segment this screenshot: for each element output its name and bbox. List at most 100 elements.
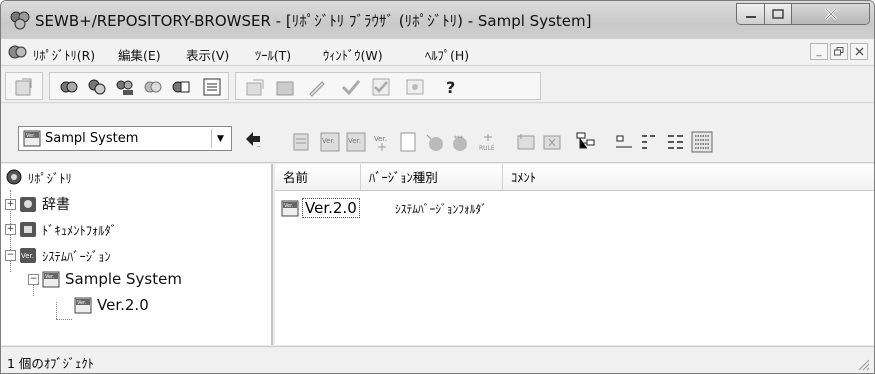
main-toolbar: ?	[1, 67, 874, 103]
svg-text:Ver.: Ver.	[348, 137, 361, 145]
repository-menu-icon[interactable]	[7, 43, 29, 61]
repository-tool-3-icon[interactable]	[114, 76, 136, 98]
app-icon	[10, 11, 30, 30]
toolbar-group-1	[5, 72, 43, 100]
maximize-button[interactable]	[765, 4, 792, 24]
toolbar2-icon-4[interactable]: Ver.	[371, 131, 393, 153]
toolbar-group-3: ?	[235, 72, 541, 100]
menu-bar: ﾘﾎﾟｼﾞﾄﾘ(R) 編集(E) 表示(V) ﾂｰﾙ(T) ｳｨﾝﾄﾞｳ(W) …	[1, 39, 874, 66]
tree-node-system-version[interactable]: − Ver. ｼｽﾃﾑﾊﾞｰｼﾞｮﾝ	[5, 246, 111, 265]
new-document-icon[interactable]	[244, 76, 266, 98]
svg-text:Ver.: Ver.	[284, 203, 294, 209]
tree-node-sample-system[interactable]: − Ver. Sample System	[28, 270, 182, 288]
maximize-icon	[772, 9, 784, 19]
repository-tool-5-icon[interactable]	[170, 76, 192, 98]
list-header: 名前 ﾊﾞｰｼﾞｮﾝ種別 ｺﾒﾝﾄ	[275, 164, 874, 191]
tree-connector	[56, 302, 57, 319]
collapse-icon[interactable]: −	[5, 250, 16, 261]
version-icon: Ver.	[42, 271, 60, 287]
system-select[interactable]: Ver. Sampl System ▼	[18, 126, 232, 151]
large-icons-view-icon[interactable]	[613, 131, 635, 153]
repository-tool-1-icon[interactable]	[58, 76, 80, 98]
menu-repository[interactable]: ﾘﾎﾟｼﾞﾄﾘ(R)	[33, 45, 95, 64]
svg-text:Ver.: Ver.	[21, 252, 34, 260]
expand-icon[interactable]: +	[5, 224, 16, 235]
up-level-icon[interactable]: ..	[242, 127, 264, 149]
tree-node-version[interactable]: Ver. Ver.2.0	[74, 296, 149, 314]
menu-tools[interactable]: ﾂｰﾙ(T)	[255, 45, 291, 64]
list-view-icon[interactable]	[665, 131, 687, 153]
chevron-down-icon[interactable]: ▼	[211, 129, 229, 148]
list-item-name[interactable]: Ver.2.0	[302, 198, 360, 218]
tree-pane: ﾘﾎﾟｼﾞﾄﾘ + 辞書 + ﾄﾞｷｭﾒﾝﾄﾌｫﾙﾀﾞ − Ver. ｼｽﾃﾑﾊ…	[1, 164, 273, 345]
toolbar-group-2	[49, 72, 229, 100]
minimize-button[interactable]	[737, 4, 765, 24]
svg-text:..: ..	[257, 142, 261, 149]
edit-icon[interactable]	[306, 76, 328, 98]
mdi-close-button[interactable]	[850, 43, 868, 60]
tree-connector	[56, 319, 72, 320]
menu-help[interactable]: ﾍﾙﾌﾟ(H)	[425, 45, 469, 64]
status-text: 1 個のｵﾌﾞｼﾞｪｸﾄ	[7, 356, 94, 371]
repository-tool-2-icon[interactable]	[86, 76, 108, 98]
toolbar2-icon-7[interactable]: ***	[449, 131, 471, 153]
properties-list-icon[interactable]	[201, 76, 223, 98]
column-header-comment[interactable]: ｺﾒﾝﾄ	[503, 164, 874, 191]
mdi-buttons: _	[810, 43, 868, 60]
title-bar[interactable]: SEWB+/REPOSITORY-BROWSER - [ﾘﾎﾟｼﾞﾄﾘ ﾌﾞﾗｳ…	[1, 1, 874, 39]
tree-node-repository[interactable]: ﾘﾎﾟｼﾞﾄﾘ	[5, 168, 72, 187]
tree-view-icon[interactable]	[575, 131, 597, 153]
svg-text:Ver.: Ver.	[374, 135, 387, 143]
toolbar2-icon-6[interactable]	[423, 131, 445, 153]
menu-window[interactable]: ｳｨﾝﾄﾞｳ(W)	[323, 45, 383, 64]
rule-icon[interactable]: RULE	[477, 131, 499, 153]
toolbar2-icon-1[interactable]	[291, 131, 313, 153]
status-bar: 1 個のｵﾌﾞｼﾞｪｸﾄ	[1, 346, 874, 373]
svg-text:Ver.: Ver.	[77, 300, 87, 306]
open-repository-icon[interactable]	[13, 76, 35, 98]
mdi-minimize-button[interactable]: _	[810, 43, 828, 60]
check-icon[interactable]	[340, 76, 362, 98]
close-icon	[824, 8, 837, 20]
restore-icon	[834, 47, 844, 56]
toolbar2-icon-9[interactable]	[541, 131, 563, 153]
resize-grip-icon[interactable]	[856, 357, 870, 371]
check-all-icon[interactable]	[370, 76, 392, 98]
tree-node-document-folder[interactable]: + ﾄﾞｷｭﾒﾝﾄﾌｫﾙﾀﾞ	[5, 220, 117, 239]
toolbar2-icon-3[interactable]: Ver.	[345, 131, 367, 153]
list-item[interactable]: Ver. Ver.2.0 ｼｽﾃﾑﾊﾞｰｼﾞｮﾝﾌｫﾙﾀﾞ	[281, 198, 487, 218]
toolbar2-icon-8[interactable]	[515, 131, 537, 153]
toolbar2-icon-2[interactable]: Ver.	[319, 131, 341, 153]
small-icons-view-icon[interactable]	[639, 131, 661, 153]
mdi-restore-button[interactable]	[830, 43, 848, 60]
column-header-name[interactable]: 名前	[275, 164, 361, 191]
caption-buttons	[736, 3, 870, 25]
settings-icon[interactable]	[404, 76, 426, 98]
system-select-value: Sampl System	[45, 131, 139, 146]
menu-view[interactable]: 表示(V)	[186, 45, 229, 64]
help-icon[interactable]: ?	[440, 76, 462, 98]
expand-icon[interactable]: +	[5, 198, 16, 210]
svg-text:Ver.: Ver.	[26, 133, 36, 139]
svg-text:Ver.: Ver.	[322, 137, 335, 145]
repository-tool-4-icon[interactable]	[142, 76, 164, 98]
window-title: SEWB+/REPOSITORY-BROWSER - [ﾘﾎﾟｼﾞﾄﾘ ﾌﾞﾗｳ…	[35, 12, 592, 30]
svg-text:Ver.: Ver.	[45, 274, 55, 280]
document-folder-icon	[20, 222, 36, 237]
version-folder-icon: Ver.	[20, 248, 36, 263]
menu-edit[interactable]: 編集(E)	[118, 45, 161, 64]
details-view-icon[interactable]	[691, 131, 713, 153]
close-button[interactable]	[792, 4, 869, 24]
close-icon	[855, 47, 863, 56]
list-pane: 名前 ﾊﾞｰｼﾞｮﾝ種別 ｺﾒﾝﾄ Ver. Ver.2.0 ｼｽﾃﾑﾊﾞｰｼﾞ…	[275, 164, 874, 345]
version-icon: Ver.	[281, 200, 299, 216]
folder-icon[interactable]	[274, 76, 296, 98]
minimize-icon	[745, 16, 756, 18]
toolbar2-icon-5[interactable]	[397, 131, 419, 153]
version-icon: Ver.	[23, 130, 41, 147]
tree-node-dictionary[interactable]: + 辞書	[5, 194, 70, 214]
column-header-version-type[interactable]: ﾊﾞｰｼﾞｮﾝ種別	[361, 164, 503, 191]
application-window: SEWB+/REPOSITORY-BROWSER - [ﾘﾎﾟｼﾞﾄﾘ ﾌﾞﾗｳ…	[0, 0, 875, 374]
collapse-icon[interactable]: −	[28, 273, 39, 285]
repository-icon	[6, 169, 22, 185]
